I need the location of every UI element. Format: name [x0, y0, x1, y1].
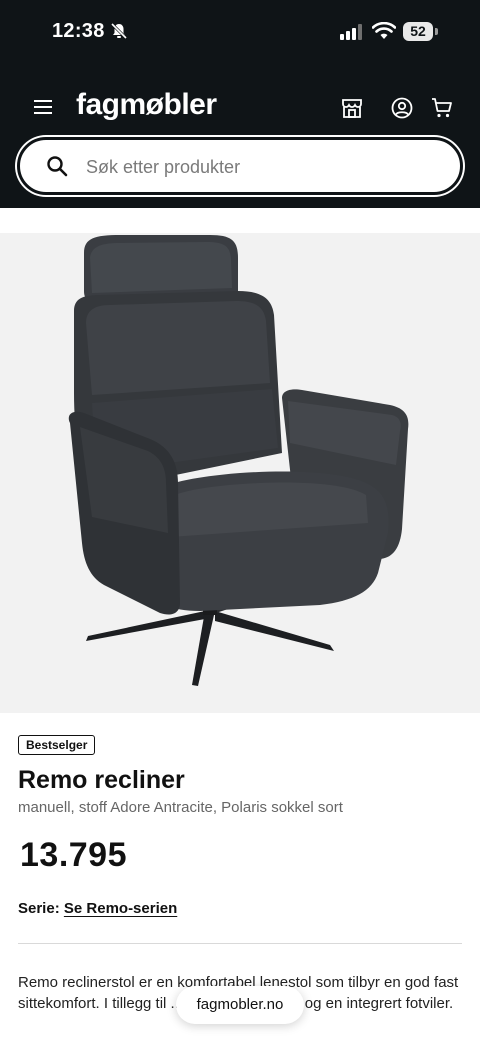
series-link[interactable]: Se Remo-serien	[64, 900, 177, 917]
cart-icon[interactable]	[430, 96, 454, 125]
wifi-icon	[371, 21, 397, 45]
store-icon[interactable]	[340, 96, 364, 125]
cellular-signal-icon	[340, 24, 364, 45]
divider	[18, 943, 462, 944]
product-price: 13.795	[20, 836, 127, 874]
bestseller-badge: Bestselger	[18, 735, 96, 755]
product-image[interactable]	[0, 233, 480, 713]
search-bar[interactable]	[17, 137, 463, 195]
status-time: 12:38	[52, 20, 105, 42]
search-icon	[46, 155, 68, 182]
hamburger-menu-icon[interactable]	[32, 96, 54, 118]
search-input[interactable]	[84, 140, 438, 194]
series-label: Serie:	[18, 900, 60, 917]
product-series: Serie: Se Remo-serien	[18, 900, 177, 917]
product-title: Remo recliner	[18, 766, 185, 794]
account-icon[interactable]	[390, 96, 414, 125]
bell-slash-icon	[110, 22, 128, 45]
site-header: 12:38 52 fagmøbler Søk etter produkter	[0, 0, 480, 208]
browser-url-pill[interactable]: fagmobler.no	[176, 986, 304, 1024]
product-subtitle: manuell, stoff Adore Antracite, Polaris …	[18, 799, 343, 816]
battery-tip	[435, 28, 438, 35]
site-logo[interactable]: fagmøbler	[76, 88, 217, 122]
battery-icon: 52	[403, 22, 433, 41]
status-bar: 12:38 52	[0, 0, 480, 64]
